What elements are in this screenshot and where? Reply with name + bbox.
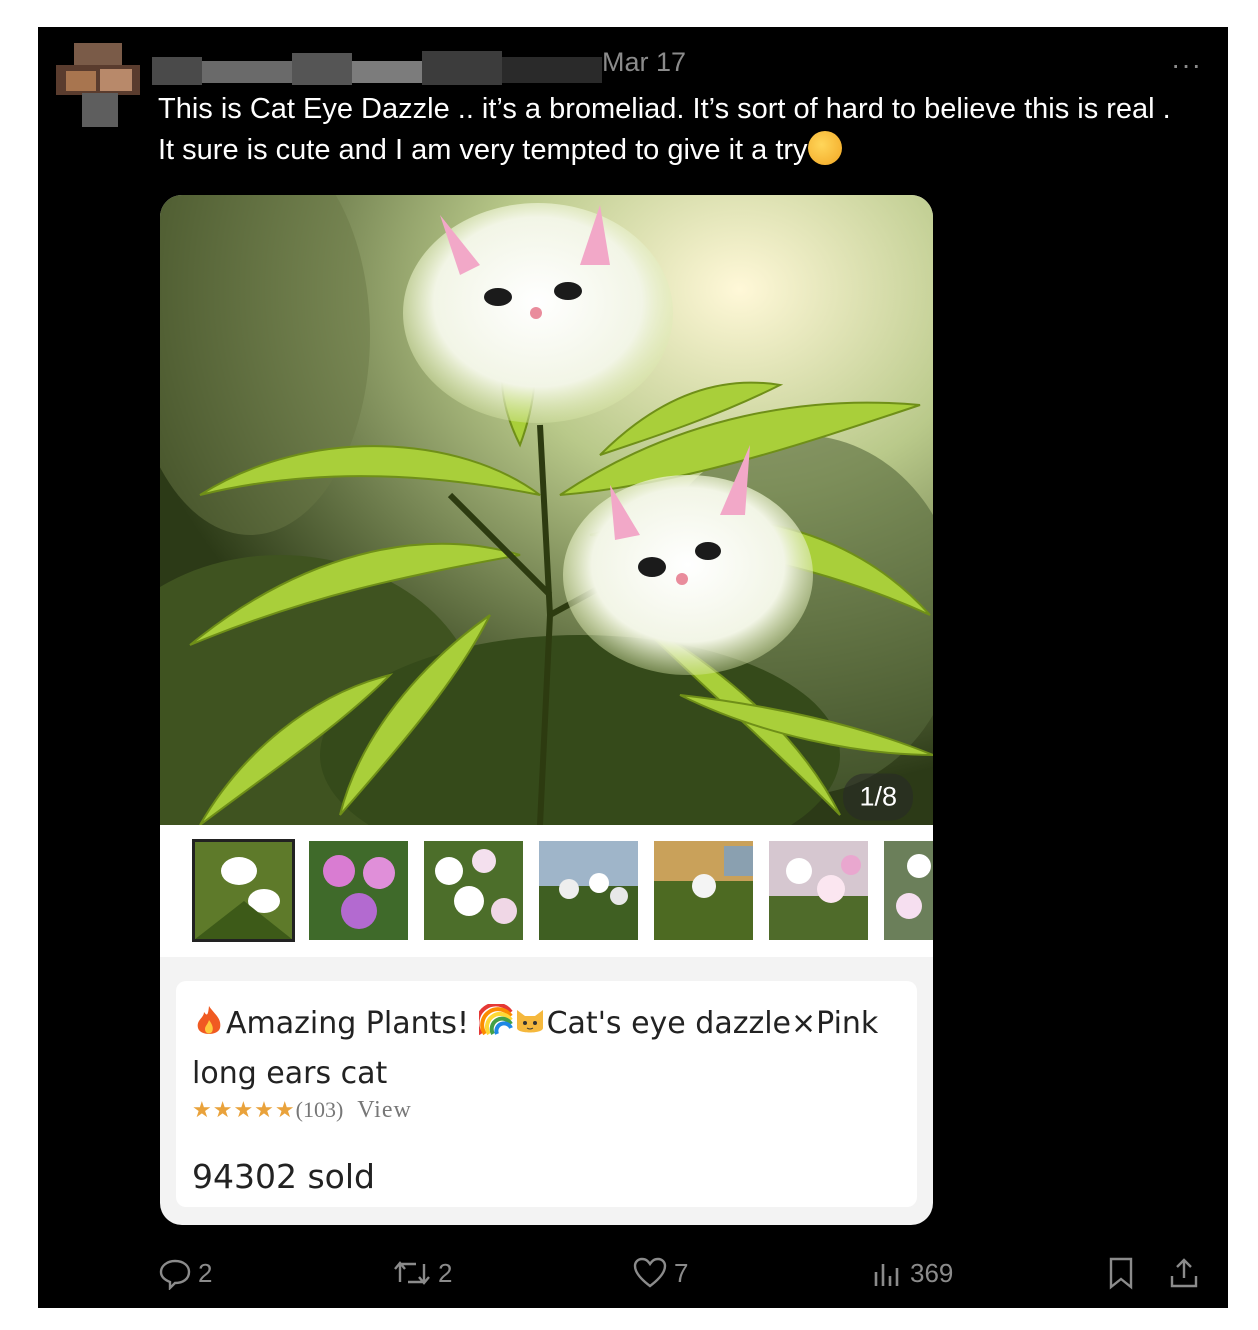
thumbnail[interactable]	[884, 841, 933, 940]
thumbnail[interactable]	[769, 841, 868, 940]
cat-plant-photo	[160, 195, 933, 825]
repost-count: 2	[438, 1257, 453, 1288]
author-name[interactable]	[152, 47, 602, 85]
cat-face-icon	[516, 1010, 543, 1033]
like-button[interactable]: 7	[632, 1253, 688, 1293]
rainbow-icon	[478, 1004, 513, 1036]
image-counter: 1/8	[843, 773, 913, 821]
repost-icon	[394, 1261, 430, 1285]
product-info[interactable]: Amazing Plants! Cat's eye dazzle×Pink lo…	[176, 981, 917, 1207]
thumbnail-strip	[160, 825, 933, 957]
product-title[interactable]: Amazing Plants! Cat's eye dazzle×Pink lo…	[192, 999, 892, 1099]
rating-count: (103)	[295, 1097, 344, 1122]
views-button[interactable]: 369	[870, 1253, 953, 1293]
more-options-icon[interactable]: ···	[1171, 49, 1202, 81]
reply-button[interactable]: 2	[158, 1253, 212, 1293]
product-card[interactable]: 1/8 Amazing Plants! Cat's eye dazzle×Pin…	[160, 195, 933, 1225]
thumbnail[interactable]	[309, 841, 408, 940]
post-text: This is Cat Eye Dazzle .. it’s a bromeli…	[158, 89, 1188, 171]
rating-stars: ★★★★★	[192, 1097, 296, 1122]
thumbnail[interactable]	[192, 839, 295, 942]
reply-count: 2	[198, 1257, 213, 1288]
thumbnail[interactable]	[424, 841, 523, 940]
thumbnail[interactable]	[654, 841, 753, 940]
reply-icon	[159, 1259, 191, 1290]
sold-count: 94302 sold	[192, 1157, 375, 1196]
product-image[interactable]: 1/8	[160, 195, 933, 825]
post-text-body: This is Cat Eye Dazzle .. it’s a bromeli…	[158, 93, 1171, 166]
tweet: Mar 17 ··· This is Cat Eye Dazzle .. it’…	[38, 27, 1228, 1308]
post-date[interactable]: Mar 17	[602, 47, 686, 78]
view-count: 369	[910, 1257, 954, 1288]
share-button[interactable]	[1168, 1253, 1206, 1293]
view-reviews-link[interactable]: View	[357, 1097, 412, 1123]
avatar[interactable]	[56, 43, 140, 127]
bookmark-icon	[1109, 1257, 1133, 1290]
thumbnail[interactable]	[539, 841, 638, 940]
repost-button[interactable]: 2	[392, 1253, 452, 1293]
bookmark-button[interactable]	[1106, 1253, 1142, 1293]
analytics-icon	[874, 1264, 899, 1286]
fire-icon	[197, 1006, 221, 1034]
share-icon	[1170, 1258, 1198, 1288]
action-bar: 2 2 7 369	[38, 1253, 1228, 1293]
heart-icon	[633, 1257, 667, 1288]
rating[interactable]: ★★★★★(103) View	[192, 1097, 412, 1124]
thinking-face-icon	[807, 131, 842, 165]
like-count: 7	[674, 1257, 689, 1288]
